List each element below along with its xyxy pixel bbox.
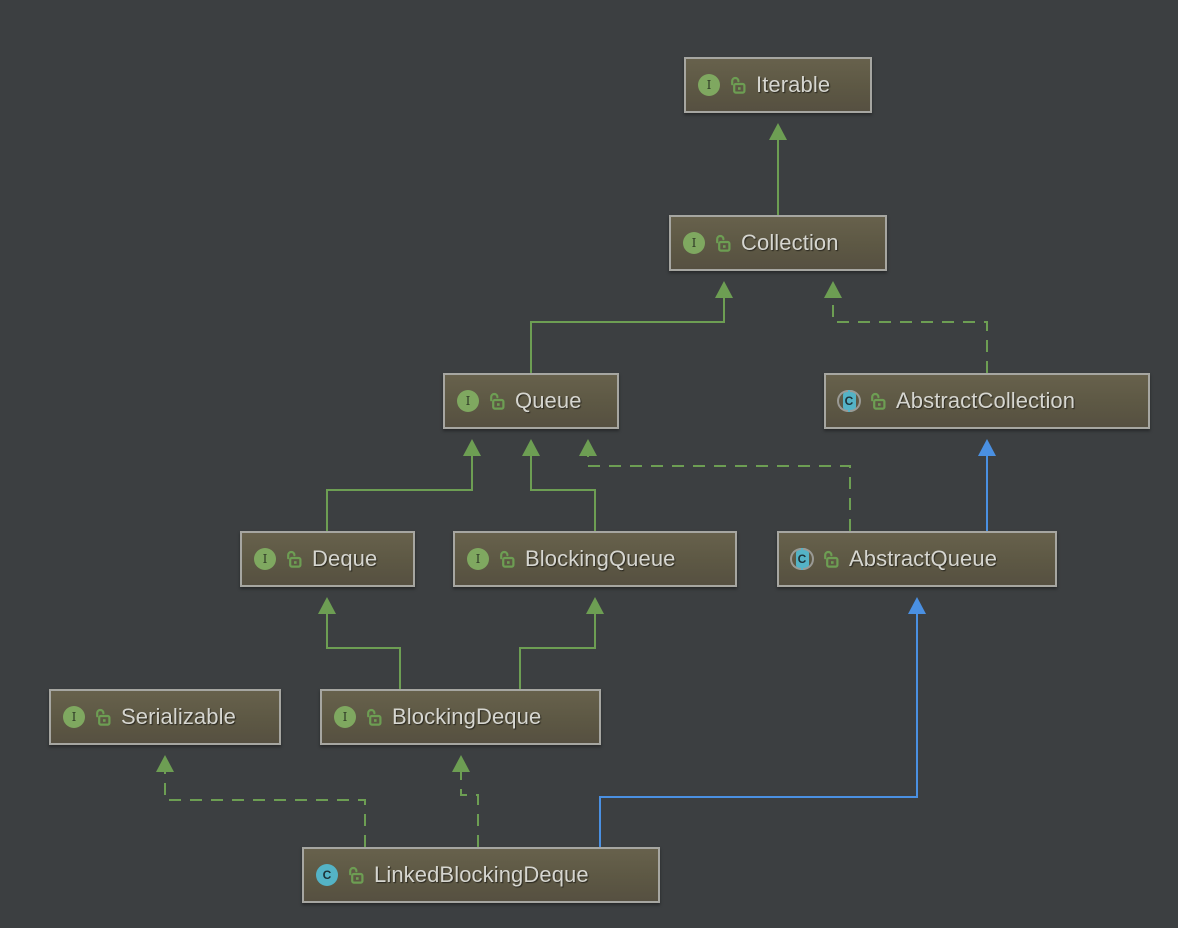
interface-icon: I — [455, 388, 481, 414]
unlocked-padlock-icon — [363, 705, 383, 729]
class-node-serializable[interactable]: I Serializable — [49, 689, 281, 745]
node-icon-group: C — [314, 862, 365, 888]
unlocked-padlock-icon — [345, 863, 365, 887]
interface-icon: I — [465, 546, 491, 572]
inheritance-arrowhead-lbd-serializable — [156, 755, 174, 772]
type-icon-letter: C — [845, 395, 854, 407]
inheritance-arrowhead-queue-collection — [715, 281, 733, 298]
inheritance-arrowhead-deque-queue — [463, 439, 481, 456]
type-icon-letter: I — [263, 553, 268, 565]
class-node-label: BlockingQueue — [525, 546, 676, 572]
inheritance-arrowhead-blockingdeque-deque — [318, 597, 336, 614]
node-icon-group: I — [465, 546, 516, 572]
edge-abstractqueue-queue — [588, 456, 850, 531]
type-icon-letter: C — [798, 553, 807, 565]
inheritance-arrowhead-lbd-abstractqueue — [908, 597, 926, 614]
class-node-label: Serializable — [121, 704, 236, 730]
node-icon-group: C — [789, 546, 840, 572]
inheritance-arrowhead-blockingdeque-blockingqueue — [586, 597, 604, 614]
unlocked-padlock-icon — [496, 547, 516, 571]
edge-blockingdeque-deque — [327, 614, 400, 689]
class-diagram-canvas: I Iterable I Collection I Queue C AbstractColle… — [0, 0, 1178, 928]
class-node-label: LinkedBlockingDeque — [374, 862, 589, 888]
node-icon-group: I — [681, 230, 732, 256]
unlocked-padlock-icon — [820, 547, 840, 571]
node-icon-group: I — [455, 388, 506, 414]
type-icon-letter: I — [343, 711, 348, 723]
inheritance-arrowhead-abstractcollection-collection — [824, 281, 842, 298]
type-icon-letter: I — [692, 237, 697, 249]
type-icon-letter: I — [476, 553, 481, 565]
inheritance-arrowhead-abstractqueue-queue — [579, 439, 597, 456]
type-icon-letter: I — [72, 711, 77, 723]
class-node-iterable[interactable]: I Iterable — [684, 57, 872, 113]
unlocked-padlock-icon — [712, 231, 732, 255]
unlocked-padlock-icon — [486, 389, 506, 413]
unlocked-padlock-icon — [727, 73, 747, 97]
unlocked-padlock-icon — [92, 705, 112, 729]
type-icon-letter: I — [707, 79, 712, 91]
node-icon-group: I — [61, 704, 112, 730]
unlocked-padlock-icon — [867, 389, 887, 413]
type-icon-letter: C — [323, 869, 332, 881]
edge-layer — [0, 0, 1178, 928]
class-node-label: Queue — [515, 388, 582, 414]
inheritance-arrowhead-lbd-blockingdeque — [452, 755, 470, 772]
class-node-label: AbstractQueue — [849, 546, 997, 572]
class-icon: C — [314, 862, 340, 888]
class-node-linkedblockingdeque[interactable]: C LinkedBlockingDeque — [302, 847, 660, 903]
abstract-class-icon: C — [789, 546, 815, 572]
interface-icon: I — [252, 546, 278, 572]
class-node-collection[interactable]: I Collection — [669, 215, 887, 271]
edge-deque-queue — [327, 456, 472, 531]
edge-blockingdeque-blockingqueue — [520, 614, 595, 689]
edge-blockingqueue-queue — [531, 456, 595, 531]
node-icon-group: I — [696, 72, 747, 98]
class-node-queue[interactable]: I Queue — [443, 373, 619, 429]
interface-icon: I — [681, 230, 707, 256]
class-node-label: Deque — [312, 546, 377, 572]
class-node-label: Iterable — [756, 72, 830, 98]
class-node-abstractcollection[interactable]: C AbstractCollection — [824, 373, 1150, 429]
node-icon-group: I — [332, 704, 383, 730]
abstract-class-icon: C — [836, 388, 862, 414]
class-node-blockingqueue[interactable]: I BlockingQueue — [453, 531, 737, 587]
node-icon-group: C — [836, 388, 887, 414]
edge-abstractcollection-collection — [833, 298, 987, 373]
edge-lbd-serializable — [165, 772, 365, 847]
type-icon-letter: I — [466, 395, 471, 407]
class-node-abstractqueue[interactable]: C AbstractQueue — [777, 531, 1057, 587]
class-node-deque[interactable]: I Deque — [240, 531, 415, 587]
class-node-label: Collection — [741, 230, 839, 256]
inheritance-arrowhead-blockingqueue-queue — [522, 439, 540, 456]
class-node-label: AbstractCollection — [896, 388, 1075, 414]
interface-icon: I — [696, 72, 722, 98]
inheritance-arrowhead-collection-iterable — [769, 123, 787, 140]
node-icon-group: I — [252, 546, 303, 572]
inheritance-arrowhead-abstractqueue-abstractcollection — [978, 439, 996, 456]
edge-lbd-blockingdeque — [461, 772, 478, 847]
interface-icon: I — [61, 704, 87, 730]
interface-icon: I — [332, 704, 358, 730]
edge-lbd-abstractqueue — [600, 614, 917, 847]
edge-queue-collection — [531, 298, 724, 373]
unlocked-padlock-icon — [283, 547, 303, 571]
class-node-label: BlockingDeque — [392, 704, 541, 730]
class-node-blockingdeque[interactable]: I BlockingDeque — [320, 689, 601, 745]
